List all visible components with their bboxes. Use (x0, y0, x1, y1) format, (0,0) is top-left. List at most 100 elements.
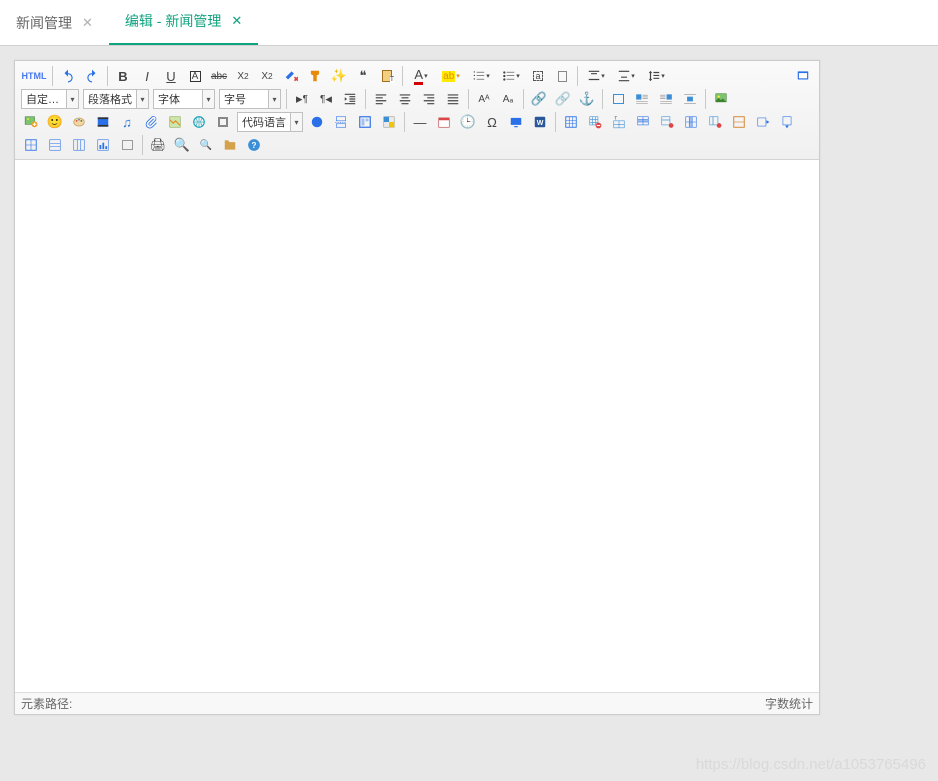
close-icon[interactable]: ✕ (82, 15, 93, 31)
deletetable-button[interactable] (584, 112, 606, 132)
insertframe-button[interactable] (212, 112, 234, 132)
attachment-button[interactable] (140, 112, 162, 132)
snapscreen-button[interactable] (505, 112, 527, 132)
link-button[interactable]: 🔗 (528, 89, 550, 109)
italic-button[interactable]: I (136, 66, 158, 86)
deleterow-button[interactable] (656, 112, 678, 132)
justifyjustify-button[interactable] (442, 89, 464, 109)
horizontal-button[interactable]: — (409, 112, 431, 132)
strikethrough-button[interactable]: abc (208, 66, 230, 86)
unlink-button[interactable]: 🔗 (552, 89, 574, 109)
insertparagraphbeforetable-button[interactable]: T (608, 112, 630, 132)
mergedown-button[interactable] (776, 112, 798, 132)
editor-content-area[interactable] (15, 160, 819, 692)
simpleupload-button[interactable] (710, 89, 732, 109)
mergeright-button[interactable] (752, 112, 774, 132)
source-html-button[interactable]: HTML (20, 66, 48, 86)
fontborder-button[interactable]: A (184, 66, 206, 86)
insertunorderedlist-button[interactable]: ▾ (497, 66, 525, 86)
lineheight-button[interactable]: ▾ (642, 66, 670, 86)
splittorows-button[interactable] (44, 135, 66, 155)
justifyleft-button[interactable] (370, 89, 392, 109)
watermark-text: https://blog.csdn.net/a1053765496 (696, 756, 926, 773)
redo-button[interactable] (81, 66, 103, 86)
editor-statusbar: 元素路径: 字数统计 (15, 692, 819, 714)
insertorderedlist-button[interactable]: ▾ (467, 66, 495, 86)
fontfamily-combo[interactable]: 字体▾ (153, 89, 215, 109)
insertcol-button[interactable] (680, 112, 702, 132)
date-button[interactable] (433, 112, 455, 132)
emotion-button[interactable]: 🙂 (44, 112, 66, 132)
svg-text:?: ? (252, 141, 257, 150)
tab-edit-news-manage[interactable]: 编辑 - 新闻管理 ✕ (109, 0, 258, 45)
mergecells-button[interactable] (728, 112, 750, 132)
element-path[interactable]: 元素路径: (21, 695, 72, 712)
background-button[interactable] (378, 112, 400, 132)
webapp-button[interactable] (306, 112, 328, 132)
pasteplain-button[interactable]: T (376, 66, 398, 86)
deletecaption-button[interactable] (116, 135, 138, 155)
tab-news-manage[interactable]: 新闻管理 ✕ (0, 0, 109, 45)
indent-button[interactable] (339, 89, 361, 109)
superscript-button[interactable]: X2 (232, 66, 254, 86)
anchor-button[interactable]: ⚓ (576, 89, 598, 109)
map-button[interactable] (164, 112, 186, 132)
justifyright-button[interactable] (418, 89, 440, 109)
directionltr-button[interactable]: ▸¶ (291, 89, 313, 109)
searchreplace-button[interactable]: 🔍 (195, 135, 217, 155)
music-button[interactable]: ♫ (116, 112, 138, 132)
imageright-button[interactable] (655, 89, 677, 109)
pagebreak-button[interactable] (330, 112, 352, 132)
wordimage-button[interactable]: W (529, 112, 551, 132)
fontsize-combo[interactable]: 字号▾ (219, 89, 281, 109)
inserttable-button[interactable] (560, 112, 582, 132)
spechars-button[interactable]: Ω (481, 112, 503, 132)
customstyle-combo[interactable]: 自定义标题▾ (21, 89, 79, 109)
template-button[interactable] (354, 112, 376, 132)
removeformat-button[interactable] (280, 66, 302, 86)
touppercase-button[interactable]: Aᴬ (473, 89, 495, 109)
drafts-button[interactable] (219, 135, 241, 155)
subscript-button[interactable]: X2 (256, 66, 278, 86)
autotypeset-button[interactable]: ✨ (328, 66, 350, 86)
fullscreen-button[interactable] (792, 66, 814, 86)
formatmatch-button[interactable] (304, 66, 326, 86)
insertrow-button[interactable] (632, 112, 654, 132)
tab-label: 新闻管理 (16, 13, 72, 33)
paragraph-combo[interactable]: 段落格式▾ (83, 89, 149, 109)
selectall-button[interactable]: a (527, 66, 549, 86)
editor-toolbar: HTML B I U A abc X2 X2 ✨ ❝ T A▾ ab▾ (15, 61, 819, 160)
imagenone-button[interactable] (607, 89, 629, 109)
justifycenter-button[interactable] (394, 89, 416, 109)
print-button[interactable]: 🖨 (147, 135, 169, 155)
scrawl-button[interactable] (68, 112, 90, 132)
blockquote-button[interactable]: ❝ (352, 66, 374, 86)
underline-button[interactable]: U (160, 66, 182, 86)
insertvideo-button[interactable] (92, 112, 114, 132)
backcolor-button[interactable]: ab▾ (437, 66, 465, 86)
bold-button[interactable]: B (112, 66, 134, 86)
charts-button[interactable] (92, 135, 114, 155)
help-button[interactable]: ? (243, 135, 265, 155)
splittocells-button[interactable] (20, 135, 42, 155)
gmap-button[interactable] (188, 112, 210, 132)
rowspacingtop-button[interactable]: ▾ (582, 66, 610, 86)
tab-label: 编辑 - 新闻管理 (125, 11, 221, 31)
undo-button[interactable] (57, 66, 79, 86)
deletecol-button[interactable] (704, 112, 726, 132)
insertcode-combo[interactable]: 代码语言▾ (237, 112, 303, 132)
cleardoc-button[interactable] (551, 66, 573, 86)
preview-button[interactable]: 🔍 (171, 135, 193, 155)
time-button[interactable]: 🕒 (457, 112, 479, 132)
insertimage-button[interactable] (20, 112, 42, 132)
imagecenter-button[interactable] (679, 89, 701, 109)
imageleft-button[interactable] (631, 89, 653, 109)
word-count[interactable]: 字数统计 (765, 695, 813, 712)
tolowercase-button[interactable]: Aₐ (497, 89, 519, 109)
rowspacingbottom-button[interactable]: ▾ (612, 66, 640, 86)
close-icon[interactable]: ✕ (231, 13, 242, 29)
editor-container: HTML B I U A abc X2 X2 ✨ ❝ T A▾ ab▾ (0, 46, 938, 729)
splittocols-button[interactable] (68, 135, 90, 155)
directionrtl-button[interactable]: ¶◂ (315, 89, 337, 109)
forecolor-button[interactable]: A▾ (407, 66, 435, 86)
